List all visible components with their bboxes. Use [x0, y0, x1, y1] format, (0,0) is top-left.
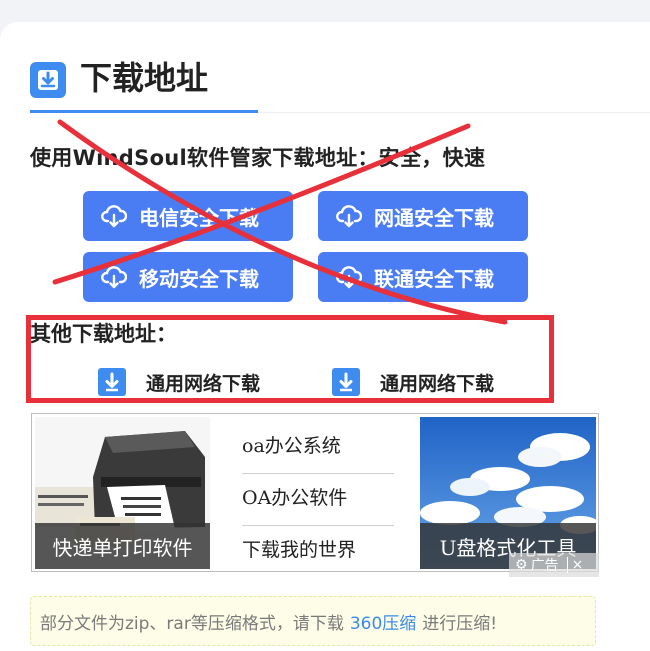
button-label: 移动安全下载	[139, 266, 259, 291]
ad-info-icon: ⚙	[515, 557, 528, 573]
button-label: 联通安全下载	[374, 266, 494, 291]
download-icon	[30, 62, 66, 98]
unicom-download-button[interactable]: 联通安全下载	[318, 252, 528, 302]
red-highlight-box	[26, 315, 554, 403]
title-divider	[258, 112, 650, 113]
notice-suffix: 进行压缩!	[422, 613, 498, 634]
notice-360-link[interactable]: 360压缩	[350, 609, 416, 634]
page-title: 下载地址	[80, 59, 209, 97]
ad-label[interactable]: ⚙ 广告 ×	[509, 553, 599, 577]
notice-bar: 部分文件为zip、rar等压缩格式，请下载 360压缩 进行压缩!	[30, 596, 596, 646]
cloud-download-icon	[101, 205, 127, 228]
netcom-download-button[interactable]: 网通安全下载	[318, 191, 528, 241]
ad-banner: 快递单打印软件 oa办公系统 OA办公软件 下载我的世界 U盘格式化工具	[31, 413, 599, 572]
ad-link-minecraft[interactable]: 下载我的世界	[242, 526, 394, 578]
cloud-download-icon	[336, 266, 362, 289]
section-header: 下载地址	[30, 56, 208, 116]
ad-sky-tile[interactable]: U盘格式化工具	[420, 417, 596, 569]
telecom-download-button[interactable]: 电信安全下载	[83, 191, 293, 241]
ad-printer-tile[interactable]: 快递单打印软件	[35, 417, 210, 569]
ad-caption: 快递单打印软件	[35, 523, 210, 569]
notice-prefix: 部分文件为zip、rar等压缩格式，请下载	[40, 613, 344, 634]
cloud-download-icon	[101, 266, 127, 289]
button-label: 电信安全下载	[139, 205, 259, 230]
ad-link-list: oa办公系统 OA办公软件 下载我的世界	[242, 422, 394, 578]
mobile-download-button[interactable]: 移动安全下载	[83, 252, 293, 302]
cloud-download-icon	[336, 205, 362, 228]
download-subtitle: 使用WindSoul软件管家下载地址：安全，快速	[30, 146, 486, 170]
title-underline	[30, 110, 258, 113]
ad-link-oa-system[interactable]: oa办公系统	[242, 422, 394, 474]
ad-link-oa-software[interactable]: OA办公软件	[242, 474, 394, 526]
button-label: 网通安全下载	[374, 205, 494, 230]
ad-close-icon[interactable]: ×	[566, 557, 583, 573]
ad-mark-text: 广告	[530, 558, 559, 574]
